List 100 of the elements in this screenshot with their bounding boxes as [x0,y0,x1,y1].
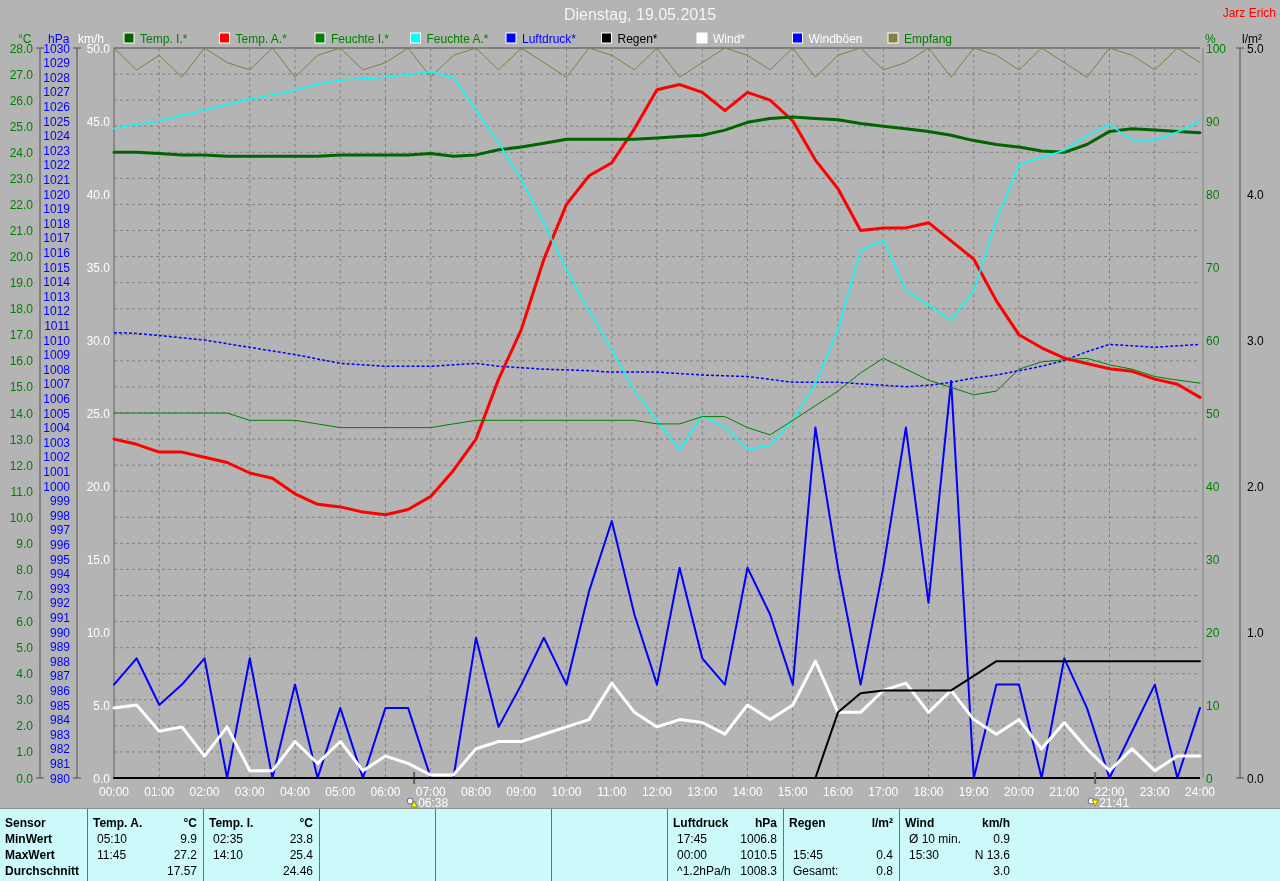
axis-tick-label: 15.0 [9,380,33,395]
axis-tick-label: 6.0 [16,615,33,630]
sun-icon [406,797,418,808]
axis-tick-label: 5.0 [16,641,33,656]
axis-tick-label: 984 [49,713,70,728]
axis-tick-label: 30.0 [86,333,110,348]
axis-tick-label: 992 [49,596,70,611]
axis-tick-label: 3.0 [16,693,33,708]
axis-tick-label: 0.0 [93,771,110,786]
axis-tick-label: 03:00 [234,785,265,799]
axis-tick-label: 4.0 [16,667,33,682]
column-header: Regen [789,815,827,831]
axis-tick-label: 989 [49,640,70,655]
axis-tick-label: 7.0 [16,589,33,603]
table-cell-text: 02:35 [212,831,245,847]
table-cell-text: 0.8 [875,863,893,879]
marker-time: 06:38 [418,796,449,808]
axis-tick-label: 10 [1206,698,1220,713]
axis-tick-label: 1009 [43,348,70,363]
legend-label: Wind* [713,31,745,46]
axis-tick-label: 1006 [43,391,70,406]
axis-tick-label: 995 [49,552,70,567]
column-header: Temp. A. [93,815,144,831]
axis-tick-label: 980 [49,771,70,786]
table-header: Sensor [5,815,47,831]
table-cell-text: ^1.2hPa/h [676,863,732,879]
axis-tick-label: 8.0 [16,562,33,577]
axis-tick-label: 0.0 [16,771,33,786]
axis-tick-label: 50 [1206,406,1220,421]
table-cell-text: Ø 10 min. [908,831,963,847]
axis-tick-label: 19.0 [9,276,33,291]
axis-tick-label: 986 [49,683,70,698]
axis-tick-label: 35.0 [86,260,110,275]
axis-tick-label: 981 [49,756,70,771]
axis-tick-label: 01:00 [144,785,175,799]
axis-tick-label: 13:00 [687,785,718,799]
column-header: Temp. I. [209,815,255,831]
axis-tick-label: 08:00 [461,785,491,799]
axis-tick-label: 1008 [43,362,70,377]
axis-tick-label: 1020 [43,187,70,202]
axis-tick-label: 1003 [43,435,70,450]
axis-tick-label: 999 [49,494,70,509]
axis-tick-label: 1000 [43,479,70,494]
marker-time: 21:41 [1099,796,1130,808]
axis-tick-label: 11.0 [10,484,33,499]
axis-tick-label: 1010 [43,333,70,348]
axis-tick-label: 1025 [43,114,70,129]
table-cell-text: 00:00 [676,847,709,863]
table-cell-text: 17:45 [676,831,709,847]
axis-tick-label: 988 [49,654,70,669]
table-cell: 1008.3 [740,863,777,879]
axis-tick-label: 997 [49,523,70,538]
row-label: Durchschnitt [5,863,80,879]
axis-tick-label: 0.0 [1247,771,1264,786]
table-cell-text: 14:10 [212,847,245,863]
axis-tick-label: 0 [1206,771,1213,786]
axis-tick-label: 1001 [43,464,70,479]
column-header: Luftdruck [673,815,730,831]
axis-tick-label: 14:00 [732,785,763,799]
legend-label: Empfang [904,31,953,46]
table-cell-text: 05:10 [96,831,129,847]
axis-tick-label: 990 [49,625,70,640]
axis-tick-label: 1015 [43,260,70,275]
axis-tick-label: 1017 [43,231,70,246]
axis-tick-label: 20 [1206,625,1220,640]
axis-tick-label: 1022 [43,158,70,173]
axis-tick-label: 90 [1206,114,1220,129]
axis-tick-label: 993 [49,581,70,596]
axis-tick-label: 1024 [43,129,70,144]
axis-tick-label: 02:00 [189,785,220,799]
legend-label: Windböen [808,31,863,46]
axis-tick-label: 13.0 [9,432,33,447]
axis-tick-label: 21.0 [9,224,33,238]
table-cell-text: 27.2 [172,847,197,863]
table-cell-text: 23.8 [288,831,313,847]
table-cell-text: 0.4 [875,847,893,863]
axis-tick-label: 10.0 [86,625,110,640]
axis-tick-label: 70 [1206,260,1220,275]
axis-tick-label: 20.0 [9,250,33,265]
unit-label: km/h [981,815,1010,831]
axis-tick-label: 998 [49,508,70,523]
axis-tick-label: 991 [49,610,70,625]
axis-tick-label: 1002 [43,450,70,465]
axis-tick-label: 1027 [43,85,70,100]
axis-tick-label: 1023 [43,143,70,158]
axis-tick-label: 05:00 [325,785,356,799]
axis-tick-label: 10.0 [9,510,33,525]
axis-tick-label: 1014 [43,275,70,290]
unit-label: °C [182,815,197,831]
axis-tick-label: 00:00 [99,785,129,799]
axis-tick-label: 18.0 [9,302,33,317]
table-cell-text: Gesamt: [792,863,840,879]
axis-tick-label: 40.0 [86,187,110,202]
axis-tick-label: 1021 [43,172,70,187]
axis-tick-label: 21:00 [1049,785,1080,799]
axis-tick-label: 982 [49,742,70,757]
unit-label: hPa [754,815,777,831]
table-cell-text: 25.4 [288,847,313,863]
column-header: Wind [905,815,936,831]
axis-tick-label: 20.0 [86,479,110,494]
